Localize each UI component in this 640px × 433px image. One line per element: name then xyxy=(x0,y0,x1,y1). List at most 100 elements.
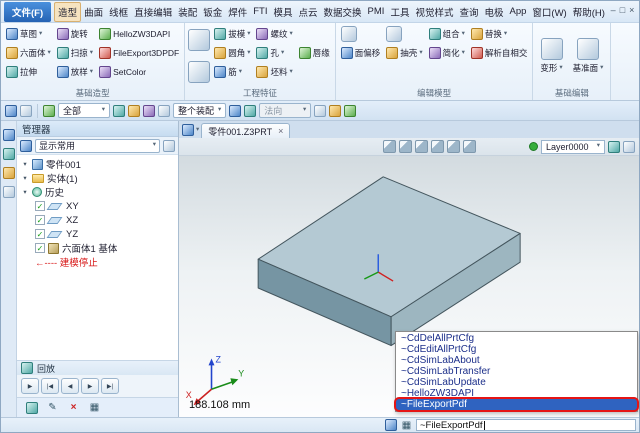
pick-filter-icon[interactable] xyxy=(20,105,32,117)
revolve-button[interactable]: 旋转 xyxy=(55,25,95,43)
view-settings-icon[interactable] xyxy=(623,141,635,153)
autocomplete-item-selected[interactable]: ~FileExportPdf xyxy=(396,399,637,410)
layer-tab-icon[interactable] xyxy=(3,167,15,179)
table-icon[interactable] xyxy=(88,401,101,414)
menu-tab-fti[interactable]: FTI xyxy=(250,3,270,20)
layer-select[interactable]: Layer0000 xyxy=(541,140,605,154)
window-close-button[interactable] xyxy=(628,5,636,18)
display-filter-select[interactable]: 显示常用 xyxy=(35,139,160,153)
menu-tab-wireframe[interactable]: 线框 xyxy=(106,2,131,22)
pick-body-icon[interactable] xyxy=(158,105,170,117)
pick-point-icon[interactable] xyxy=(113,105,125,117)
chevron-down-icon[interactable] xyxy=(196,127,199,134)
file-export-3dpdf-button[interactable]: FileExport3DPDF xyxy=(97,44,181,62)
replay-step-forward-button[interactable] xyxy=(81,378,99,394)
entity-filter-select[interactable]: 全部 xyxy=(58,103,110,118)
simplify-button[interactable]: 简化 xyxy=(427,44,467,62)
pick-face-icon[interactable] xyxy=(143,105,155,117)
filter-icon[interactable] xyxy=(20,140,32,152)
manager-tab-icon[interactable] xyxy=(3,129,15,141)
autocomplete-item[interactable]: ~CdDelAllPrtCfg xyxy=(396,333,637,344)
menu-tab-surface[interactable]: 曲面 xyxy=(81,2,106,22)
menu-tab-sheet-metal[interactable]: 钣金 xyxy=(200,2,225,22)
hole-button[interactable]: 孔 xyxy=(254,44,294,62)
face-offset-button[interactable]: 面偏移 xyxy=(339,44,383,62)
visibility-checkbox[interactable] xyxy=(35,229,45,239)
loft-button[interactable]: 放样 xyxy=(55,63,95,81)
file-menu-button[interactable]: 文件(F) xyxy=(4,2,51,22)
datum-plane-button[interactable]: 基准面 xyxy=(569,25,608,87)
view-refresh-icon[interactable] xyxy=(344,105,356,117)
tree-item-solids[interactable]: 实体(1) xyxy=(17,171,178,185)
visibility-checkbox[interactable] xyxy=(35,201,45,211)
view-front-icon[interactable] xyxy=(399,140,412,153)
menu-tab-direct-edit[interactable]: 直接编辑 xyxy=(131,2,175,22)
menu-tab-mold[interactable]: 模具 xyxy=(271,2,296,22)
box-solid[interactable] xyxy=(258,177,520,346)
shell-large-button[interactable] xyxy=(384,25,424,43)
tree-item-plane-xy[interactable]: XY xyxy=(17,199,178,213)
replay-to-end-button[interactable] xyxy=(101,378,119,394)
visibility-checkbox[interactable] xyxy=(35,243,45,253)
delete-icon[interactable] xyxy=(67,401,80,414)
window-minimize-button[interactable] xyxy=(609,5,617,18)
snap-midpoint-icon[interactable] xyxy=(244,105,256,117)
menu-tab-visual-style[interactable]: 视觉样式 xyxy=(412,2,456,22)
autocomplete-item[interactable]: ~HelloZW3DAPI xyxy=(396,388,637,399)
menu-tab-pmi[interactable]: PMI xyxy=(365,3,388,20)
layer-manager-icon[interactable] xyxy=(608,141,620,153)
menu-tab-data-exchange[interactable]: 数据交换 xyxy=(321,2,365,22)
model-canvas[interactable]: Z Y X 188.108 mm ~CdDelAllPrtCfg ~CdEdit… xyxy=(179,156,639,417)
replace-button[interactable]: 替换 xyxy=(469,25,530,43)
sketch-button[interactable]: 草图 xyxy=(4,25,53,43)
replay-play-button[interactable] xyxy=(21,378,39,394)
command-input[interactable]: ~FileExportPdf xyxy=(416,419,636,431)
visibility-checkbox[interactable] xyxy=(35,215,45,225)
tree-item-plane-xz[interactable]: XZ xyxy=(17,213,178,227)
command-table-icon[interactable] xyxy=(400,419,413,432)
menu-tab-tools[interactable]: 工具 xyxy=(387,2,412,22)
tab-close-icon[interactable] xyxy=(278,127,283,136)
replay-section-header[interactable]: 回放 xyxy=(17,360,178,375)
pick-edge-icon[interactable] xyxy=(128,105,140,117)
stock-button[interactable]: 坯料 xyxy=(254,63,294,81)
replay-step-back-button[interactable] xyxy=(61,378,79,394)
shell-button[interactable]: 抽壳 xyxy=(384,44,424,62)
fillet-large-icon[interactable] xyxy=(188,29,210,51)
view-isometric-icon[interactable] xyxy=(463,140,476,153)
autocomplete-item[interactable]: ~CdSimLabTransfer xyxy=(396,366,637,377)
replay-to-start-button[interactable] xyxy=(41,378,59,394)
view-left-icon[interactable] xyxy=(431,140,444,153)
chamfer-large-icon[interactable] xyxy=(188,61,210,83)
view-tab-icon[interactable] xyxy=(3,186,15,198)
rib-button[interactable]: 筋 xyxy=(212,63,252,81)
menu-tab-window[interactable]: 窗口(W) xyxy=(529,2,569,22)
pick-scope-select[interactable]: 整个装配 xyxy=(173,103,226,118)
offset-large-button[interactable] xyxy=(339,25,383,43)
view-back-icon[interactable] xyxy=(447,140,460,153)
autocomplete-item[interactable]: ~CdEditAllPrtCfg xyxy=(396,344,637,355)
tree-item-stop-marker[interactable]: ←---- 建模停止 xyxy=(17,255,178,269)
thread-button[interactable]: 螺纹 xyxy=(254,25,294,43)
menu-tab-inquire[interactable]: 查询 xyxy=(456,2,481,22)
draft-button[interactable]: 拔模 xyxy=(212,25,252,43)
heal-self-intersection-button[interactable]: 解析自相交 xyxy=(469,44,530,62)
menu-tab-point-cloud[interactable]: 点云 xyxy=(296,2,321,22)
fillet-button[interactable]: 圆角 xyxy=(212,44,252,62)
command-echo-icon[interactable] xyxy=(385,419,397,431)
window-restore-button[interactable] xyxy=(618,5,626,18)
set-color-button[interactable]: SetColor xyxy=(97,63,181,81)
menu-tab-assembly[interactable]: 装配 xyxy=(175,2,200,22)
tree-item-plane-yz[interactable]: YZ xyxy=(17,227,178,241)
combine-button[interactable]: 组合 xyxy=(427,25,467,43)
hello-zw3dapi-button[interactable]: HelloZW3DAPI xyxy=(97,25,181,43)
history-tab-icon[interactable] xyxy=(3,148,15,160)
menu-tab-shape[interactable]: 造型 xyxy=(54,2,81,22)
tree-item-box-feature[interactable]: 六面体1 基体 xyxy=(17,241,178,255)
sweep-button[interactable]: 扫掠 xyxy=(55,44,95,62)
menu-tab-app[interactable]: App xyxy=(507,3,530,20)
snap-grid-icon[interactable] xyxy=(229,105,241,117)
entity-filter-icon[interactable] xyxy=(43,105,55,117)
menu-tab-weldments[interactable]: 焊件 xyxy=(225,2,250,22)
expander-icon[interactable] xyxy=(21,188,29,196)
